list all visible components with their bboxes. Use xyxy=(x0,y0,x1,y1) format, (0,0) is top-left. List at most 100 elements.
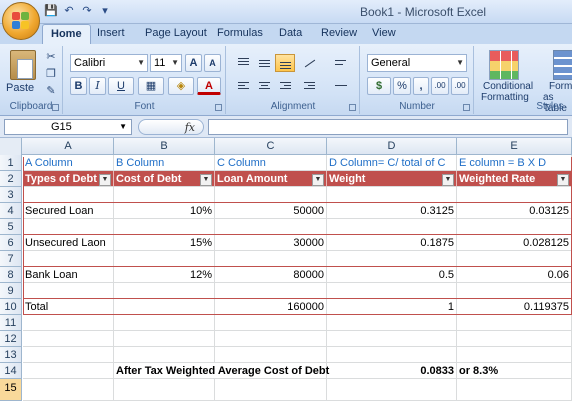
conditional-formatting-label[interactable]: Conditional xyxy=(483,81,533,92)
cell-c3[interactable] xyxy=(215,187,327,203)
fx-icon[interactable]: fx xyxy=(185,121,195,134)
comma-button[interactable]: , xyxy=(413,77,429,95)
filter-dropdown-icon[interactable]: ▼ xyxy=(99,174,111,186)
cell-c8[interactable]: 80000 xyxy=(215,267,327,283)
cell-d3[interactable] xyxy=(327,187,457,203)
indent-icon[interactable] xyxy=(299,77,319,95)
tab-data[interactable]: Data xyxy=(279,27,302,39)
merge-center-icon[interactable] xyxy=(330,77,350,95)
row-header-4[interactable]: 4 xyxy=(0,203,22,219)
format-as-table-label[interactable]: Forma xyxy=(549,81,572,92)
cell-d7[interactable] xyxy=(327,251,457,267)
cell-b3[interactable] xyxy=(114,187,215,203)
cell-a4[interactable]: Secured Loan xyxy=(23,203,114,219)
cell-e3[interactable] xyxy=(457,187,572,203)
cell-c9[interactable] xyxy=(215,283,327,299)
cell-d4[interactable]: 0.3125 xyxy=(327,203,457,219)
tab-formulas[interactable]: Formulas xyxy=(217,27,263,39)
cell-d15[interactable] xyxy=(327,379,457,401)
row-header-10[interactable]: 10 xyxy=(0,299,22,315)
cell-b9[interactable] xyxy=(114,283,215,299)
cell-d10[interactable]: 1 xyxy=(327,299,457,315)
paste-button[interactable]: Paste xyxy=(6,82,34,94)
row-header-9[interactable]: 9 xyxy=(0,283,22,299)
cell-e8[interactable]: 0.06 xyxy=(457,267,572,283)
cell-e12[interactable] xyxy=(457,331,572,347)
row-header-7[interactable]: 7 xyxy=(0,251,22,267)
filter-dropdown-icon[interactable]: ▼ xyxy=(312,174,324,186)
select-all-corner[interactable] xyxy=(0,138,22,155)
number-launcher-icon[interactable] xyxy=(463,104,470,111)
increase-decimal-button[interactable]: .00 xyxy=(431,77,449,95)
copy-icon[interactable]: ❐ xyxy=(44,67,58,81)
format-as-table-icon[interactable] xyxy=(553,50,572,80)
cell-a7[interactable] xyxy=(23,251,114,267)
conditional-formatting-icon[interactable] xyxy=(489,50,519,80)
cell-a9[interactable] xyxy=(23,283,114,299)
row-header-14[interactable]: 14 xyxy=(0,363,22,379)
top-align-icon[interactable] xyxy=(233,54,253,72)
cell-d14[interactable]: 0.0833 xyxy=(327,363,457,379)
tab-review[interactable]: Review xyxy=(321,27,357,39)
cell-d5[interactable] xyxy=(327,219,457,235)
cell-a6[interactable]: Unsecured Laon xyxy=(23,235,114,251)
row-header-2[interactable]: 2 xyxy=(0,171,22,187)
cell-b7[interactable] xyxy=(114,251,215,267)
align-left-icon[interactable] xyxy=(233,77,253,95)
row-header-5[interactable]: 5 xyxy=(0,219,22,235)
office-button[interactable] xyxy=(2,2,40,40)
cell-e15[interactable] xyxy=(457,379,572,401)
cut-icon[interactable]: ✂ xyxy=(44,50,58,64)
cell-b13[interactable] xyxy=(114,347,215,363)
formula-input[interactable] xyxy=(208,119,568,135)
redo-icon[interactable]: ↷ xyxy=(80,4,94,18)
column-header-a[interactable]: A xyxy=(23,138,114,155)
cell-e9[interactable] xyxy=(457,283,572,299)
cell-a13[interactable] xyxy=(23,347,114,363)
column-header-b[interactable]: B xyxy=(114,138,215,155)
filter-dropdown-icon[interactable]: ▼ xyxy=(557,174,569,186)
row-header-12[interactable]: 12 xyxy=(0,331,22,347)
cell-e13[interactable] xyxy=(457,347,572,363)
cell-e1[interactable]: E column = B X D xyxy=(457,155,572,171)
column-header-d[interactable]: D xyxy=(327,138,457,155)
wrap-text-icon[interactable] xyxy=(330,54,350,72)
font-color-button[interactable]: A xyxy=(197,77,221,95)
grow-font-button[interactable]: A xyxy=(185,54,202,72)
undo-icon[interactable]: ↶ xyxy=(62,4,76,18)
cell-c2[interactable]: Loan Amount ▼ xyxy=(215,171,327,187)
customize-qat-icon[interactable]: ▾ xyxy=(98,4,112,18)
cell-d6[interactable]: 0.1875 xyxy=(327,235,457,251)
cell-d9[interactable] xyxy=(327,283,457,299)
filter-dropdown-icon[interactable]: ▼ xyxy=(442,174,454,186)
cell-e5[interactable] xyxy=(457,219,572,235)
cell-a12[interactable] xyxy=(23,331,114,347)
cell-b2[interactable]: Cost of Debt ▼ xyxy=(114,171,215,187)
cell-d1[interactable]: D Column= C/ total of C xyxy=(327,155,457,171)
cell-a14[interactable] xyxy=(23,363,114,379)
cell-a8[interactable]: Bank Loan xyxy=(23,267,114,283)
column-header-c[interactable]: C xyxy=(215,138,327,155)
cell-e4[interactable]: 0.03125 xyxy=(457,203,572,219)
cell-e11[interactable] xyxy=(457,315,572,331)
cell-c4[interactable]: 50000 xyxy=(215,203,327,219)
middle-align-icon[interactable] xyxy=(254,54,274,72)
row-header-11[interactable]: 11 xyxy=(0,315,22,331)
cell-a5[interactable] xyxy=(23,219,114,235)
font-launcher-icon[interactable] xyxy=(215,104,222,111)
cell-e7[interactable] xyxy=(457,251,572,267)
row-header-1[interactable]: 1 xyxy=(0,155,22,171)
cell-d12[interactable] xyxy=(327,331,457,347)
cell-a1[interactable]: A Column xyxy=(23,155,114,171)
cell-c11[interactable] xyxy=(215,315,327,331)
cell-e2[interactable]: Weighted Rate ▼ xyxy=(457,171,572,187)
number-format-select[interactable]: General ▼ xyxy=(367,54,467,72)
orientation-icon[interactable] xyxy=(299,54,319,72)
cell-c13[interactable] xyxy=(215,347,327,363)
filter-dropdown-icon[interactable]: ▼ xyxy=(200,174,212,186)
cell-e10[interactable]: 0.119375 xyxy=(457,299,572,315)
cell-a2[interactable]: Types of Debt ▼ xyxy=(23,171,114,187)
name-box[interactable]: G15 ▼ xyxy=(4,119,132,135)
cell-c12[interactable] xyxy=(215,331,327,347)
bottom-align-icon[interactable] xyxy=(275,54,295,72)
